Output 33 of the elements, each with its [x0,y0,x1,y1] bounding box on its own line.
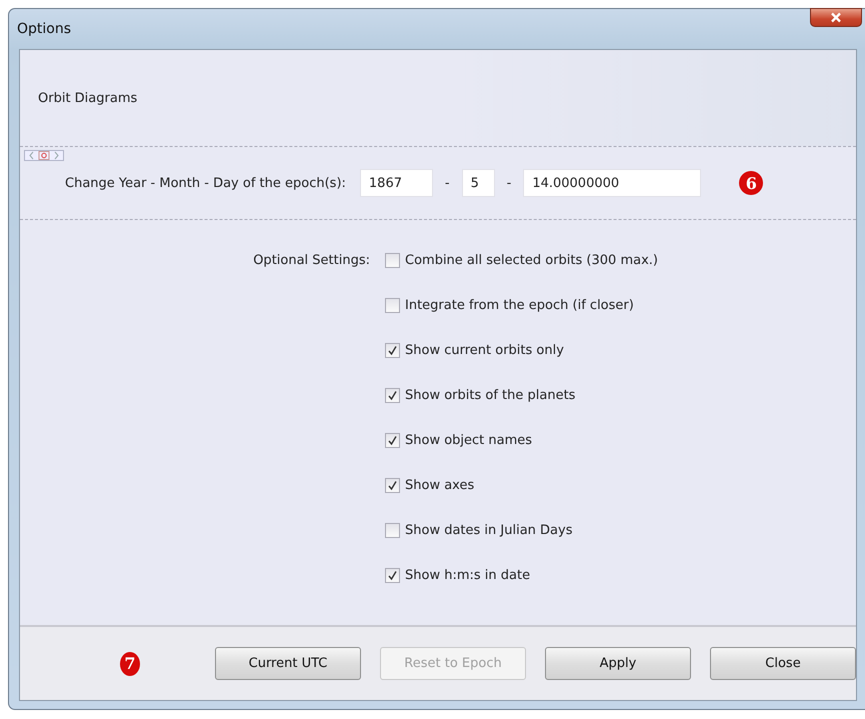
checkbox[interactable] [385,343,400,358]
close-icon [830,12,842,23]
checkbox-label: Show orbits of the planets [405,388,576,403]
month-field[interactable]: 5 [462,169,495,197]
checkbox-label: Show h:m:s in date [405,568,530,583]
checkbox-label: Show dates in Julian Days [405,523,572,538]
checkbox[interactable] [385,433,400,448]
checkbox[interactable] [385,523,400,538]
year-field[interactable]: 1867 [360,169,433,197]
window-title: Options [17,21,72,37]
checkbox[interactable] [385,298,400,313]
separator: - [444,176,450,190]
checkbox-label: Integrate from the epoch (if closer) [405,298,634,313]
day-field[interactable]: 14.00000000 [523,169,702,197]
checkbox[interactable] [385,568,400,583]
checkbox-label: Show axes [405,478,474,493]
field-label: Change Year - Month - Day of the epoch(s): [65,176,346,190]
dialog-button[interactable]: Close [710,647,856,680]
checkbox-label: Show object names [405,433,532,448]
navigator-icon[interactable] [24,150,64,161]
checkbox[interactable] [385,253,400,268]
dialog-button[interactable]: Current UTC [215,647,361,680]
number-badge: 6 [739,171,764,195]
checkbox-label: Show current orbits only [405,343,564,358]
section-title: Orbit Diagrams [38,90,138,106]
checkbox[interactable] [385,388,400,403]
checkbox[interactable] [385,478,400,493]
close-button[interactable] [810,8,862,27]
checkbox-label: Combine all selected orbits (300 max.) [405,253,658,268]
number-badge: 7 [120,652,140,676]
settings-label: Optional Settings: [253,253,370,268]
separator: - [506,176,512,190]
dialog-button[interactable]: Apply [545,647,691,680]
